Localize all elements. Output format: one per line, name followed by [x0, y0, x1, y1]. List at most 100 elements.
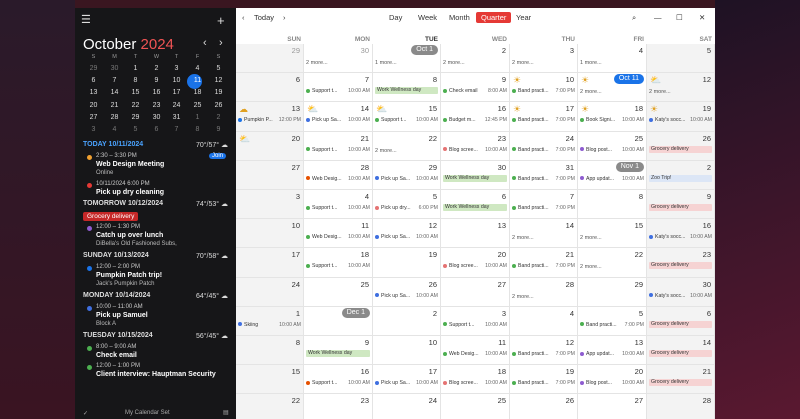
- day-cell[interactable]: 19 ☀ Katy's socc... 10:00 AM: [647, 102, 715, 132]
- calendar-event[interactable]: Check email 8:00 AM: [443, 88, 507, 95]
- day-cell[interactable]: 28 2 more...: [510, 277, 578, 307]
- day-cell[interactable]: 21 Grocery delivery: [647, 365, 715, 395]
- day-cell[interactable]: 29 Pick up Sa... 10:00 AM: [373, 160, 441, 190]
- day-cell[interactable]: 11 Web Desig... 10:00 AM: [441, 336, 510, 366]
- day-cell[interactable]: 25: [441, 394, 510, 419]
- day-cell[interactable]: 30 2 more...: [304, 44, 373, 74]
- day-cell[interactable]: 12 Band practi... 7:00 PM: [510, 336, 578, 366]
- day-cell[interactable]: 4 1 more...: [578, 44, 647, 74]
- day-cell[interactable]: 21 Support t... 10:00 AM: [304, 131, 373, 161]
- calendar-event[interactable]: Blog post... 10:00 AM: [580, 380, 644, 387]
- calendar-event[interactable]: Band practi... 7:00 PM: [512, 205, 575, 212]
- more-events-link[interactable]: 2 more...: [512, 235, 534, 241]
- day-cell[interactable]: 10: [373, 336, 441, 366]
- day-cell[interactable]: 26: [510, 394, 578, 419]
- day-cell[interactable]: 28: [647, 394, 715, 419]
- day-cell[interactable]: 9 Check email 8:00 AM: [441, 73, 510, 103]
- day-cell[interactable]: 20 Blog post... 10:00 AM: [578, 365, 647, 395]
- day-cell[interactable]: 22 2 more...: [578, 248, 647, 278]
- day-cell[interactable]: 23: [304, 394, 373, 419]
- next-month-icon[interactable]: ›: [219, 38, 223, 49]
- day-cell[interactable]: 7 Band practi... 7:00 PM: [510, 190, 578, 220]
- mini-day[interactable]: 9: [146, 75, 167, 87]
- day-cell[interactable]: 28 Web Desig... 10:00 AM: [304, 160, 373, 190]
- calendar-event[interactable]: Support t... 10:00 AM: [375, 117, 438, 124]
- calendar-event[interactable]: Pick up Sa... 10:00 AM: [375, 234, 438, 241]
- mini-day[interactable]: 1: [187, 112, 208, 124]
- day-cell[interactable]: 10: [236, 219, 304, 249]
- calendar-event[interactable]: Band practi... 7:00 PM: [512, 117, 575, 124]
- add-event-icon[interactable]: +: [217, 14, 225, 27]
- day-cell[interactable]: 14 ⛅ Pick up Sa... 10:00 AM: [304, 102, 373, 132]
- day-cell[interactable]: 19 Band practi... 7:00 PM: [510, 365, 578, 395]
- calendar-event[interactable]: Support t... 10:00 AM: [306, 88, 370, 95]
- more-events-link[interactable]: 1 more...: [375, 60, 397, 66]
- calendar-event[interactable]: Band practi... 7:00 PM: [512, 88, 575, 95]
- mini-day[interactable]: 19: [208, 87, 229, 99]
- prev-month-icon[interactable]: ‹: [203, 38, 207, 49]
- mini-day[interactable]: 6: [83, 75, 104, 87]
- day-cell[interactable]: 29: [236, 44, 304, 74]
- day-cell[interactable]: 26 Grocery delivery: [647, 131, 715, 161]
- calendar-event[interactable]: Band practi... 7:00 PM: [512, 176, 575, 183]
- day-cell[interactable]: 2 2 more...: [441, 44, 510, 74]
- event-title[interactable]: Pumpkin Patch trip!: [96, 272, 162, 279]
- calendar-set-selector[interactable]: My Calendar Set: [125, 410, 170, 416]
- calendar-event[interactable]: Pick up dry... 6:00 PM: [375, 205, 438, 212]
- mini-day[interactable]: 3: [83, 124, 104, 136]
- calendar-event[interactable]: Blog scree... 10:00 AM: [443, 263, 507, 270]
- day-cell[interactable]: 24: [236, 277, 304, 307]
- day-cell[interactable]: 25 Blog post... 10:00 AM: [578, 131, 647, 161]
- day-cell[interactable]: 27: [441, 277, 510, 307]
- mini-day[interactable]: 21: [104, 100, 125, 112]
- day-cell[interactable]: 8: [578, 190, 647, 220]
- mini-day[interactable]: 10: [166, 75, 187, 87]
- calendar-event[interactable]: Pick up Sa... 10:00 AM: [375, 293, 438, 300]
- day-cell[interactable]: 23 Grocery delivery: [647, 248, 715, 278]
- minimize-icon[interactable]: —: [654, 13, 662, 22]
- notes-icon[interactable]: ▤: [223, 409, 229, 416]
- mini-day[interactable]: 14: [104, 87, 125, 99]
- view-week-tab[interactable]: Week: [418, 13, 437, 22]
- day-cell[interactable]: 3: [236, 190, 304, 220]
- view-year-tab[interactable]: Year: [516, 13, 531, 22]
- event-title[interactable]: Client interview: Hauptman Security: [96, 371, 216, 378]
- all-day-event-bar[interactable]: Grocery delivery: [649, 320, 712, 328]
- calendar-event[interactable]: Support t... 10:00 AM: [306, 380, 370, 387]
- mini-day[interactable]: 16: [146, 87, 167, 99]
- mini-day[interactable]: 29: [125, 112, 146, 124]
- day-cell[interactable]: 13 App updat... 10:00 AM: [578, 336, 647, 366]
- event-title[interactable]: Check email: [96, 352, 137, 359]
- day-cell[interactable]: 30 Katy's socc... 10:00 AM: [647, 277, 715, 307]
- day-cell[interactable]: 10 ☀ Band practi... 7:00 PM: [510, 73, 578, 103]
- mini-day[interactable]: 12: [208, 75, 229, 87]
- calendar-event[interactable]: Katy's socc... 10:00 AM: [649, 117, 712, 124]
- mini-day[interactable]: 7: [104, 75, 125, 87]
- all-day-event-bar[interactable]: Grocery delivery: [649, 204, 712, 211]
- maximize-icon[interactable]: ☐: [676, 13, 683, 22]
- day-cell[interactable]: 15 ⛅ Support t... 10:00 AM: [373, 102, 441, 132]
- more-events-link[interactable]: 2 more...: [580, 264, 602, 270]
- hamburger-menu-icon[interactable]: ☰: [81, 15, 91, 26]
- event-title[interactable]: Pick up Samuel: [96, 312, 148, 319]
- day-cell[interactable]: 22 2 more...: [373, 131, 441, 161]
- mini-day[interactable]: 8: [125, 75, 146, 87]
- day-cell[interactable]: 17 Pick up Sa... 10:00 AM: [373, 365, 441, 395]
- view-day-tab[interactable]: Day: [389, 13, 402, 22]
- day-cell[interactable]: 19: [373, 248, 441, 278]
- day-cell[interactable]: 15 2 more...: [578, 219, 647, 249]
- mini-day[interactable]: 15: [125, 87, 146, 99]
- mini-day[interactable]: 13: [83, 87, 104, 99]
- calendar-event[interactable]: Support t... 10:00 AM: [306, 205, 370, 212]
- calendar-event[interactable]: Pick up Sa... 10:00 AM: [306, 117, 370, 124]
- day-cell[interactable]: 6 Grocery delivery: [647, 306, 715, 336]
- more-events-link[interactable]: 2 more...: [306, 60, 328, 66]
- calendar-event[interactable]: Band practi... 7:00 PM: [512, 263, 575, 270]
- mini-day[interactable]: 30: [146, 112, 167, 124]
- mini-day[interactable]: 11: [187, 75, 208, 87]
- mini-day[interactable]: 5: [125, 124, 146, 136]
- day-cell[interactable]: 27: [578, 394, 647, 419]
- mini-day[interactable]: 30: [104, 63, 125, 75]
- mini-day[interactable]: 3: [166, 63, 187, 75]
- day-cell[interactable]: Oct 1 1 more...: [373, 44, 441, 74]
